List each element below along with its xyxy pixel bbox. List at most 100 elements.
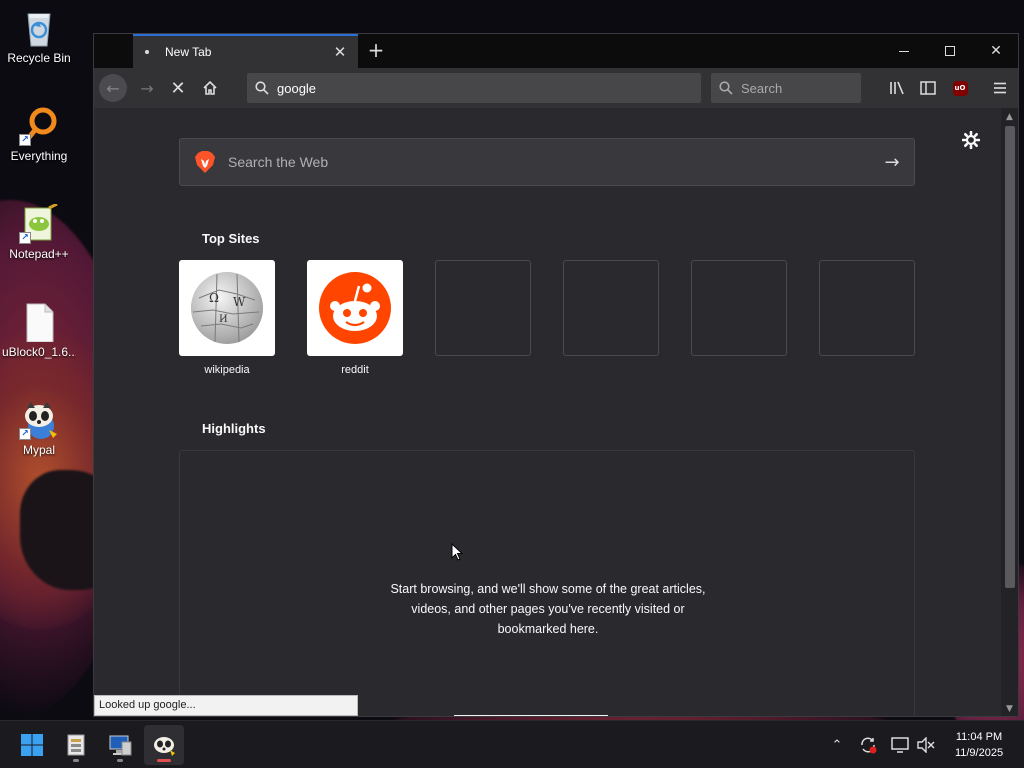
recycle-bin-icon (19, 8, 59, 48)
sidebar-toggle-button[interactable] (914, 74, 942, 102)
clock-time: 11:04 PM (955, 731, 1003, 743)
desktop-icon-label: Mypal (22, 443, 55, 457)
mypal-browser-icon: ↗ (19, 400, 59, 440)
stop-button[interactable]: ✕ (164, 74, 192, 102)
desktop-icon-ublock-file[interactable]: uBlock0_1.6... (2, 302, 76, 359)
shortcut-arrow-icon: ↗ (19, 232, 31, 244)
shortcut-arrow-icon: ↗ (19, 134, 31, 146)
chevron-up-icon: ⌃ (831, 737, 843, 753)
tray-volume-button[interactable] (916, 735, 936, 755)
home-icon (203, 80, 217, 95)
minimize-button[interactable] (881, 34, 927, 68)
ublock-button[interactable]: uO (946, 74, 974, 102)
desktop-icon-notepad-plus-plus[interactable]: ↗ Notepad++ (2, 202, 76, 261)
file-manager-icon (67, 734, 85, 756)
computer-icon (109, 735, 132, 756)
top-site-tile-empty[interactable] (435, 260, 531, 356)
running-indicator (117, 759, 123, 762)
svg-text:W: W (233, 295, 246, 309)
url-input[interactable]: google (277, 81, 316, 96)
search-icon (255, 81, 269, 95)
arrow-left-icon: ← (106, 78, 120, 98)
customize-settings-button[interactable] (960, 129, 982, 151)
search-input[interactable]: Search (741, 81, 782, 96)
vertical-scrollbar[interactable]: ▲ ▼ (1001, 108, 1018, 716)
reddit-icon (319, 272, 391, 344)
top-site-tile-empty[interactable] (691, 260, 787, 356)
taskbar-app-file-manager[interactable] (56, 725, 96, 765)
top-site-tile-wikipedia[interactable]: Ω W И (179, 260, 275, 356)
tab-new-tab[interactable]: New Tab ✕ (133, 34, 358, 68)
start-icon (21, 734, 43, 756)
scroll-down-icon[interactable]: ▼ (1001, 702, 1018, 716)
desktop-icon-label: uBlock0_1.6... (2, 345, 76, 359)
running-indicator (157, 759, 171, 762)
library-button[interactable] (883, 74, 911, 102)
file-icon (19, 302, 59, 343)
new-tab-button[interactable]: + (364, 39, 388, 63)
url-bar[interactable]: google (247, 73, 701, 103)
highlights-empty-message: Start browsing, and we'll show some of t… (280, 579, 816, 639)
shortcut-arrow-icon: ↗ (19, 428, 31, 440)
desktop-icon-recycle-bin[interactable]: Recycle Bin (2, 8, 76, 65)
navigation-toolbar: ← → ✕ google Search uO (94, 68, 1018, 108)
search-bar[interactable]: Search (711, 73, 861, 103)
system-clock[interactable]: 11:04 PM 11/9/2025 (944, 729, 1014, 761)
gear-icon (962, 131, 980, 149)
tray-display-button[interactable] (890, 735, 910, 755)
desktop-icon-everything[interactable]: ↗ Everything (2, 106, 76, 163)
arrow-right-icon[interactable]: → (870, 152, 914, 173)
desktop-icon-label: Notepad++ (9, 247, 69, 261)
maximize-button[interactable] (927, 34, 973, 68)
everything-search-icon: ↗ (19, 106, 59, 146)
speaker-muted-icon (917, 737, 935, 753)
home-button[interactable] (196, 74, 224, 102)
brave-lion-icon (195, 151, 215, 173)
top-site-label: reddit (341, 364, 369, 376)
top-sites-heading: Top Sites (202, 231, 260, 246)
top-site-tile-empty[interactable] (563, 260, 659, 356)
menu-button[interactable] (986, 74, 1014, 102)
desktop-icon-mypal[interactable]: ↗ Mypal (2, 400, 76, 457)
plus-icon: + (367, 38, 385, 62)
svg-text:И: И (219, 314, 228, 325)
tray-sync-button[interactable] (858, 735, 878, 755)
hamburger-menu-icon (994, 82, 1006, 94)
highlights-panel: Start browsing, and we'll show some of t… (179, 450, 915, 716)
taskbar-app-mypal[interactable] (144, 725, 184, 765)
highlights-message-line: videos, and other pages you've recently … (411, 602, 685, 616)
running-indicator (73, 759, 79, 762)
close-icon[interactable]: ✕ (332, 44, 348, 60)
scroll-thumb[interactable] (1005, 126, 1015, 588)
title-bar: New Tab ✕ + ✕ (94, 34, 1018, 68)
highlights-message-line: bookmarked here. (497, 622, 599, 636)
library-icon (890, 81, 904, 95)
scroll-up-icon[interactable]: ▲ (1001, 110, 1018, 124)
browser-window: New Tab ✕ + ✕ ← → ✕ google Search uO Sea… (93, 33, 1019, 717)
search-web-input[interactable]: Search the Web (228, 154, 870, 170)
clock-date: 11/9/2025 (954, 747, 1004, 759)
desktop-icon-label: Recycle Bin (7, 51, 71, 65)
search-the-web-box[interactable]: Search the Web → (179, 138, 915, 186)
wikipedia-globe-icon: Ω W И (191, 272, 263, 344)
monitor-icon (891, 737, 909, 753)
back-button[interactable]: ← (99, 74, 127, 102)
mypal-browser-icon (154, 737, 175, 756)
maximize-icon (945, 46, 955, 56)
sync-error-icon (861, 737, 877, 754)
sidebar-icon (920, 81, 936, 95)
status-text: Looked up google... (94, 695, 358, 716)
bottom-strip (454, 715, 608, 716)
taskbar-app-computer[interactable] (100, 725, 140, 765)
show-hidden-icons-button[interactable]: ⌃ (827, 735, 847, 755)
start-button[interactable] (12, 725, 52, 765)
close-window-button[interactable]: ✕ (973, 34, 1018, 68)
ublock-icon: uO (952, 80, 968, 96)
minimize-icon (899, 50, 909, 52)
top-site-tile-empty[interactable] (819, 260, 915, 356)
close-icon: ✕ (990, 43, 1002, 59)
top-site-tile-reddit[interactable] (307, 260, 403, 356)
forward-button[interactable]: → (133, 74, 161, 102)
mouse-cursor-icon (451, 543, 463, 561)
tab-loading-dot-icon (145, 50, 149, 54)
